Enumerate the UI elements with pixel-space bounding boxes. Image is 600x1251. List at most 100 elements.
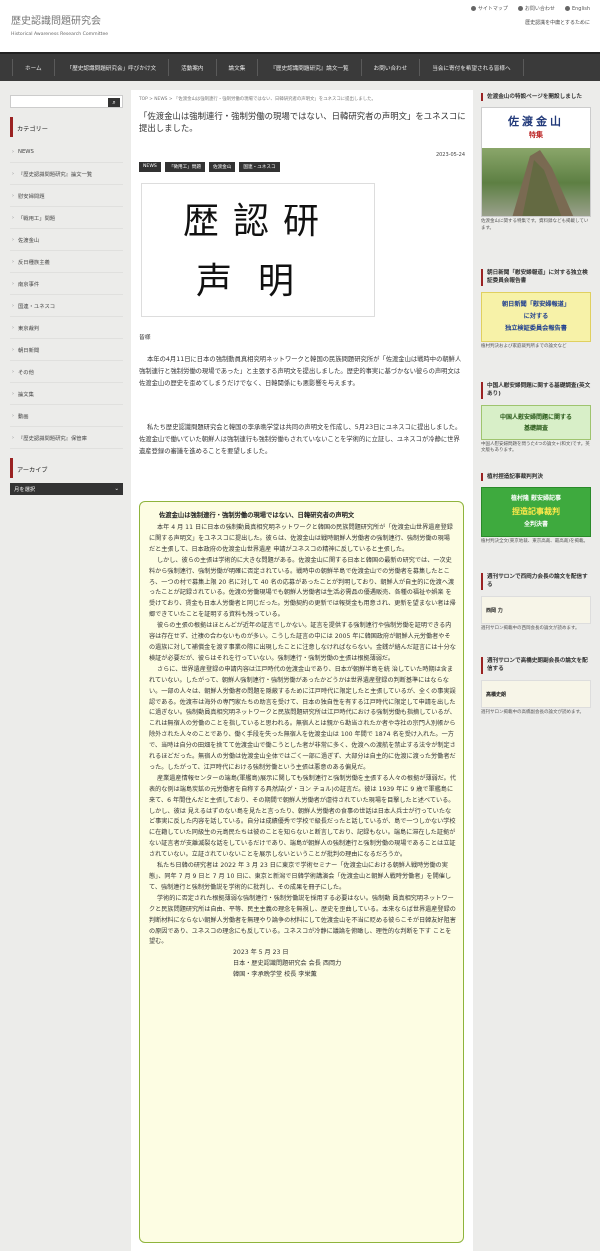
sidebar-heading: 週刊サロンで西岡力会長の論文を配信する — [481, 573, 591, 590]
tag-item[interactable]: 国連・ユネスコ — [239, 162, 280, 172]
nav-appeal[interactable]: 「歴史認識問題研究会」呼びかけ文 — [53, 59, 169, 76]
site-title[interactable]: 歴史認識問題研究会 — [11, 12, 101, 27]
header-link-english[interactable]: English — [564, 5, 590, 12]
mail-icon — [517, 6, 523, 11]
chevron-down-icon: ⌄ — [114, 486, 119, 492]
left-sidebar: ⌕ カテゴリー › NEWS › 『歴史認識問題研究』論文一覧 › 慰安婦問題 › 「戦… — [10, 95, 123, 495]
chevron-right-icon: › — [12, 192, 14, 199]
nav-activities[interactable]: 活動案内 — [168, 59, 215, 76]
statement-paragraph: 本年 4 月 11 日に日本の強制動員真相究明ネットワークと韓国の民族問題研究所… — [149, 524, 453, 553]
chevron-right-icon: › — [12, 346, 14, 353]
logo-line-1: 歴認研 — [182, 201, 333, 242]
chevron-right-icon: › — [12, 170, 14, 177]
sidebar-heading: 植村捏造記事裁判判決 — [481, 473, 591, 482]
asahi-report-banner[interactable]: 朝日新聞「慰安婦報道」 に対する 独立検証委員会報告書 — [481, 291, 591, 342]
statement-paragraph: 産業遺産情報センターの端島(軍艦島)展示に関しても強制連行と強制労働を主張する人… — [149, 774, 456, 859]
tag-item[interactable]: 佐渡金山 — [208, 162, 236, 172]
category-list: › NEWS › 『歴史認識問題研究』論文一覧 › 慰安婦問題 › 「戦用工」問題 › 佐… — [10, 141, 123, 449]
sidebar-nishioka: 週刊サロンで西岡力会長の論文を配信する 西岡 力 週刊サロン掲載中の西岡会長の論… — [481, 573, 591, 632]
china-survey-banner[interactable]: 中国人慰安婦問題に関する 基礎調査 — [481, 404, 591, 440]
signature-2: 韓国・李承晩学堂 校長 李栄薫 — [233, 971, 317, 979]
sidebar-caption: 佐渡金山に関する特集です。資料録なども掲載しています。 — [481, 219, 589, 231]
sado-feature-banner[interactable]: 佐渡金山 特集 — [481, 107, 591, 218]
nav-donate[interactable]: 当会に寄付を希望される皆様へ — [419, 59, 524, 76]
sidebar-caption: 週刊サロン掲載中の高橋副会長の論文が読めます。 — [481, 709, 585, 715]
uemura-ruling-banner[interactable]: 植村隆 慰安婦記事 捏造記事裁判 全判決書 — [481, 487, 591, 538]
sidebar-caption: 植村判決全文(東京地裁、東京高裁、最高裁)を掲載。 — [481, 539, 589, 545]
sidebar-takahashi: 週刊サロンで高橋史朗副会長の論文を配信する 高橋史朗 週刊サロン掲載中の高橋副会… — [481, 657, 591, 716]
statement-title: 佐渡金山は強制連行・強制労働の現場ではない、日韓研究者の声明文 — [159, 512, 355, 519]
takahashi-article-banner[interactable]: 高橋史朗 — [481, 679, 591, 708]
chevron-right-icon: › — [12, 324, 14, 331]
tag-item[interactable]: 「徴用工」問題 — [164, 162, 205, 172]
category-item[interactable]: › 東京裁判 — [10, 317, 123, 339]
category-item[interactable]: › 論文集 — [10, 383, 123, 405]
post-date: 2023-05-24 — [435, 152, 465, 158]
sidebar-heading: 佐渡金山の特設ページを開設しました — [481, 93, 591, 102]
nav-paper-list[interactable]: 『歴史認識問題研究』論文一覧 — [257, 59, 360, 76]
sidebar-heading: 中国人慰安婦問題に関する基礎調査(英文あり) — [481, 382, 591, 399]
sidebar-asahi: 朝日新聞「慰安婦報道」に対する独立検証委員会報告書 朝日新聞「慰安婦報道」 に対… — [481, 269, 591, 350]
chevron-right-icon: › — [12, 280, 14, 287]
category-item[interactable]: › 南京事件 — [10, 273, 123, 295]
logo-line-2: 声明 — [195, 261, 320, 302]
signature-date: 2023 年 5 月 23 日 — [233, 949, 289, 957]
statement-paragraph: 彼らの主張の根拠はほとんどが近年の証言でしかない。証言を提供する強制連行や強制労… — [149, 622, 456, 662]
global-nav: ホーム 「歴史認識問題研究会」呼びかけ文 活動案内 論文集 『歴史認識問題研究』… — [0, 52, 600, 81]
chevron-right-icon: › — [12, 368, 14, 375]
category-item[interactable]: › 佐渡金山 — [10, 229, 123, 251]
chevron-right-icon: › — [12, 214, 14, 221]
chevron-right-icon: › — [12, 236, 14, 243]
category-item[interactable]: › 国連・ユネスコ — [10, 295, 123, 317]
category-item[interactable]: › その他 — [10, 361, 123, 383]
globe-icon — [564, 6, 570, 11]
sidebar-uemura: 植村捏造記事裁判判決 植村隆 慰安婦記事 捏造記事裁判 全判決書 植村判決全文(… — [481, 473, 591, 546]
search-icon[interactable]: ⌕ — [108, 98, 120, 107]
category-item[interactable]: › NEWS — [10, 141, 123, 163]
category-item[interactable]: › 「戦用工」問題 — [10, 207, 123, 229]
search-box[interactable]: ⌕ — [10, 95, 123, 108]
category-item[interactable]: › 『歴史認識問題研究』保管庫 — [10, 427, 123, 449]
banner-title: 佐渡金山 — [508, 115, 564, 129]
chevron-right-icon: › — [12, 148, 14, 155]
category-item[interactable]: › 慰安婦問題 — [10, 185, 123, 207]
tag-item[interactable]: NEWS — [139, 162, 161, 172]
statement-paragraph: しかし、彼らの主張は学術的に大きな問題がある。佐渡金山に関する日本と韓国の最新の… — [149, 556, 456, 619]
chevron-right-icon: › — [12, 434, 14, 441]
header-link-sitemap[interactable]: サイトマップ — [470, 5, 508, 12]
nav-home[interactable]: ホーム — [12, 59, 54, 76]
category-item[interactable]: › 動画 — [10, 405, 123, 427]
page-title: 「佐渡金山は強制連行・強制労働の現場ではない、日韓研究者の声明文」をユネスコに提… — [139, 111, 466, 133]
sidebar-caption: 週刊サロン掲載中の西岡会長の論文が読めます。 — [481, 625, 580, 631]
intro-paragraph: 私たち歴史認識問題研究会と韓国の李承晩学堂は共同の声明文を作成し、5月23日にユ… — [139, 424, 462, 456]
sitemap-icon — [470, 6, 476, 11]
category-item[interactable]: › 『歴史認識問題研究』論文一覧 — [10, 163, 123, 185]
sidebar-heading: 朝日新聞「慰安婦報道」に対する独立検証委員会報告書 — [481, 269, 591, 286]
site-header: 歴史認識問題研究会 Historical Awareness Research … — [0, 0, 600, 52]
banner-subtitle: 特集 — [529, 131, 543, 140]
tagline: 歴史認識を中庸とするために — [525, 20, 590, 26]
category-item[interactable]: › 反日種族主義 — [10, 251, 123, 273]
archive-heading: アーカイブ — [10, 458, 123, 478]
signature-1: 日本・歴史認識問題研究会 会長 西岡力 — [233, 960, 342, 968]
main-content: TOP > NEWS > 「佐渡金山は強制連行・強制労働の現場ではない、日韓研究… — [131, 90, 473, 1251]
chevron-right-icon: › — [12, 302, 14, 309]
sidebar-heading: 週刊サロンで高橋史朗副会長の論文を配信する — [481, 657, 591, 674]
nishioka-article-banner[interactable]: 西岡 力 — [481, 595, 591, 624]
header-link-contact[interactable]: お問い合わせ — [517, 5, 555, 12]
statement-paragraph: 私たち日韓の研究者は 2022 年 3 月 23 日に東京で学術セミナー「佐渡金… — [149, 862, 452, 891]
archive-select[interactable]: 月を選択 ⌄ — [10, 483, 123, 495]
statement-logo-image: 歴認研 声明 — [141, 183, 375, 317]
header-links: サイトマップ お問い合わせ English — [470, 5, 590, 12]
chevron-right-icon: › — [12, 412, 14, 419]
intro-paragraph: 本年の4月11日に日本の強制動員真相究明ネットワークと韓国の民族問題研究所が「佐… — [139, 356, 462, 388]
chevron-right-icon: › — [12, 258, 14, 265]
breadcrumb[interactable]: TOP > NEWS > 「佐渡金山は強制連行・強制労働の現場ではない、日韓研究… — [139, 96, 376, 102]
site-subtitle: Historical Awareness Research Committee — [11, 32, 109, 37]
nav-contact[interactable]: お問い合わせ — [360, 59, 420, 76]
mountain-illustration — [512, 150, 574, 217]
tag-list: NEWS 「徴用工」問題 佐渡金山 国連・ユネスコ — [139, 162, 280, 172]
sidebar-caption: 植村判決および家庭裁判所までの論文など — [481, 343, 567, 349]
category-item[interactable]: › 朝日新聞 — [10, 339, 123, 361]
nav-papers[interactable]: 論文集 — [215, 59, 258, 76]
